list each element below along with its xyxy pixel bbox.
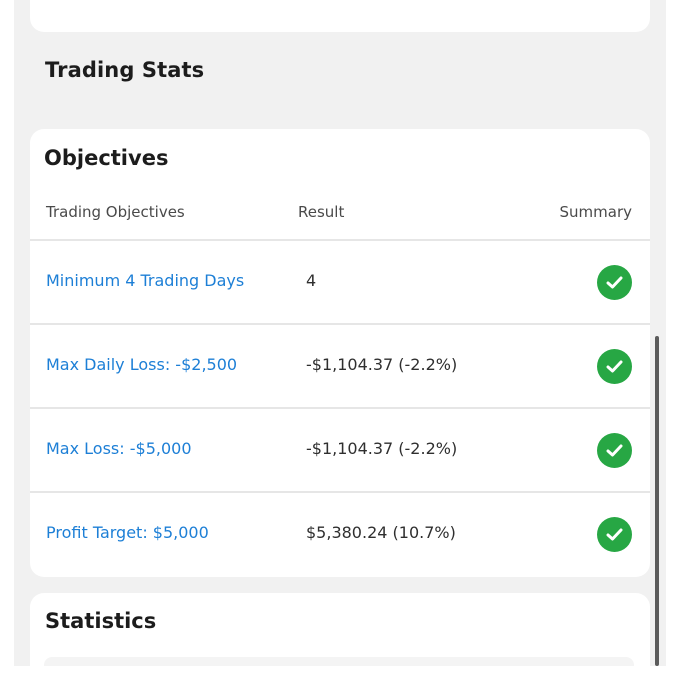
max-loss-result: -$1,104.37 (-2.2%) xyxy=(306,439,458,458)
minimum-trading-days-result: 4 xyxy=(306,271,317,290)
objectives-title: Objectives xyxy=(44,146,169,170)
vertical-scrollbar[interactable] xyxy=(655,336,659,666)
statistics-content-preview xyxy=(44,657,634,666)
max-daily-loss-link[interactable]: Max Daily Loss: -$2,500 xyxy=(46,355,237,374)
statistics-title: Statistics xyxy=(45,609,157,633)
minimum-trading-days-link[interactable]: Minimum 4 Trading Days xyxy=(46,271,244,290)
objective-row-max-daily-loss: Max Daily Loss: -$2,500 -$1,104.37 (-2.2… xyxy=(30,323,650,409)
trading-objectives-column-header: Trading Objectives xyxy=(46,203,185,221)
profit-target-result: $5,380.24 (10.7%) xyxy=(306,523,456,542)
result-column-header: Result xyxy=(298,203,345,221)
max-loss-link[interactable]: Max Loss: -$5,000 xyxy=(46,439,192,458)
scrollable-content-panel[interactable]: Trading Stats Objectives Trading Objecti… xyxy=(14,0,666,666)
profit-target-link[interactable]: Profit Target: $5,000 xyxy=(46,523,209,542)
previous-card-bottom xyxy=(30,0,650,32)
summary-column-header: Summary xyxy=(559,203,633,221)
objectives-card: Objectives Trading Objectives Result Sum… xyxy=(30,129,650,577)
check-circle-icon xyxy=(597,349,632,384)
max-daily-loss-result: -$1,104.37 (-2.2%) xyxy=(306,355,458,374)
objective-row-max-loss: Max Loss: -$5,000 -$1,104.37 (-2.2%) xyxy=(30,407,650,493)
trading-stats-title: Trading Stats xyxy=(45,58,205,82)
objective-row-minimum-trading-days: Minimum 4 Trading Days 4 xyxy=(30,239,650,325)
trading-stats-screen: Trading Stats Objectives Trading Objecti… xyxy=(0,0,680,680)
check-circle-icon xyxy=(597,517,632,552)
statistics-card: Statistics xyxy=(30,593,650,666)
check-circle-icon xyxy=(597,265,632,300)
check-circle-icon xyxy=(597,433,632,468)
objective-row-profit-target: Profit Target: $5,000 $5,380.24 (10.7%) xyxy=(30,491,650,577)
